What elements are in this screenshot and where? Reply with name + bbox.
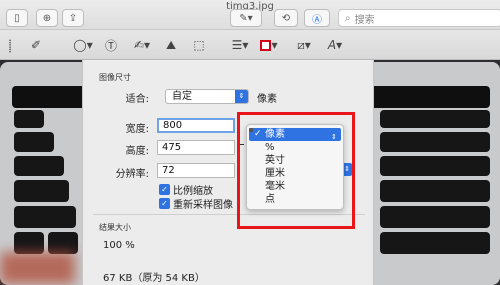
width-field[interactable]: 800 — [157, 118, 235, 133]
fit-label: 适合: — [125, 94, 149, 105]
sidebar-icon: ▯ — [14, 12, 20, 24]
search-placeholder: 搜索 — [354, 14, 375, 26]
zoom-out-button[interactable]: ⊕ — [36, 9, 58, 27]
chevron-updown-icon: ⇕ — [235, 90, 248, 103]
adjust-size-icon[interactable]: ⬚ — [190, 36, 208, 54]
resolution-field[interactable]: 72 — [157, 163, 235, 178]
share-icon: ⇪ — [68, 12, 78, 24]
markup-pen-button[interactable]: ✎▾ — [230, 9, 262, 27]
markup-toolbar-button[interactable]: Ⓐ — [304, 9, 330, 27]
resolution-label: 分辨率: — [115, 169, 149, 180]
scale-proportionally-label: 比例缩放 — [173, 186, 213, 197]
fit-unit: 像素 — [257, 94, 277, 105]
line-style-icon[interactable]: ☰▾ — [228, 36, 252, 54]
image-size-section-title: 图像尺寸 — [99, 73, 131, 82]
search-field[interactable]: ⌕ 搜索 — [338, 9, 500, 27]
checkmark-icon: ✓ — [159, 184, 170, 195]
height-field[interactable]: 475 — [157, 140, 235, 155]
resample-image-checkbox[interactable]: ✓ 重新采样图像 — [159, 196, 233, 211]
result-file-size: 67 KB（原为 54 KB） — [103, 273, 205, 284]
text-tool-icon[interactable]: Ⓣ — [102, 36, 120, 54]
zoom-icon: ⊕ — [42, 12, 52, 24]
checkmark-icon: ✓ — [159, 198, 170, 209]
adjust-color-icon[interactable]: ⛰ — [162, 36, 180, 54]
search-icon: ⌕ — [345, 12, 351, 24]
text-style-icon[interactable]: A ▾ — [324, 36, 346, 54]
shapes-tool-icon[interactable]: ◯▾ — [70, 36, 96, 54]
sign-tool-icon[interactable]: ✍▾ — [128, 36, 156, 54]
result-size-section-title: 结果大小 — [99, 223, 131, 232]
resample-image-label: 重新采样图像 — [173, 200, 233, 211]
red-highlight-box — [237, 112, 355, 229]
border-color-icon[interactable]: ▾ — [258, 36, 280, 54]
sketch-tool-icon[interactable]: ✐ — [26, 36, 46, 54]
blurred-region — [0, 252, 75, 284]
fit-popup[interactable]: 自定 ⇕ — [165, 89, 249, 104]
fill-color-icon[interactable]: ⧄▾ — [292, 36, 316, 54]
sidebar-toggle-button[interactable]: ▯ — [6, 9, 28, 27]
rotate-button[interactable]: ⟲ — [274, 9, 298, 27]
height-label: 高度: — [125, 146, 149, 157]
pen-icon: ✎▾ — [239, 12, 253, 24]
selection-tool-icon[interactable]: ⸽ — [2, 36, 18, 54]
result-percent: 100 % — [103, 240, 135, 251]
width-label: 宽度: — [125, 124, 149, 135]
fit-value: 自定 — [172, 91, 192, 102]
window-titlebar: timg3.jpg ▯ ⊕ ⇪ ✎▾ ⟲ Ⓐ ⌕ 搜索 — [0, 0, 500, 30]
markup-toolbar: ⸽ ✐ ◯▾ Ⓣ ✍▾ ⛰ ⬚ ☰▾ ▾ ⧄▾ A ▾ — [0, 30, 500, 60]
share-button[interactable]: ⇪ — [62, 9, 84, 27]
markup-icon: Ⓐ — [312, 14, 322, 26]
scale-proportionally-checkbox[interactable]: ✓ 比例缩放 — [159, 182, 213, 197]
rotate-icon: ⟲ — [281, 12, 291, 24]
